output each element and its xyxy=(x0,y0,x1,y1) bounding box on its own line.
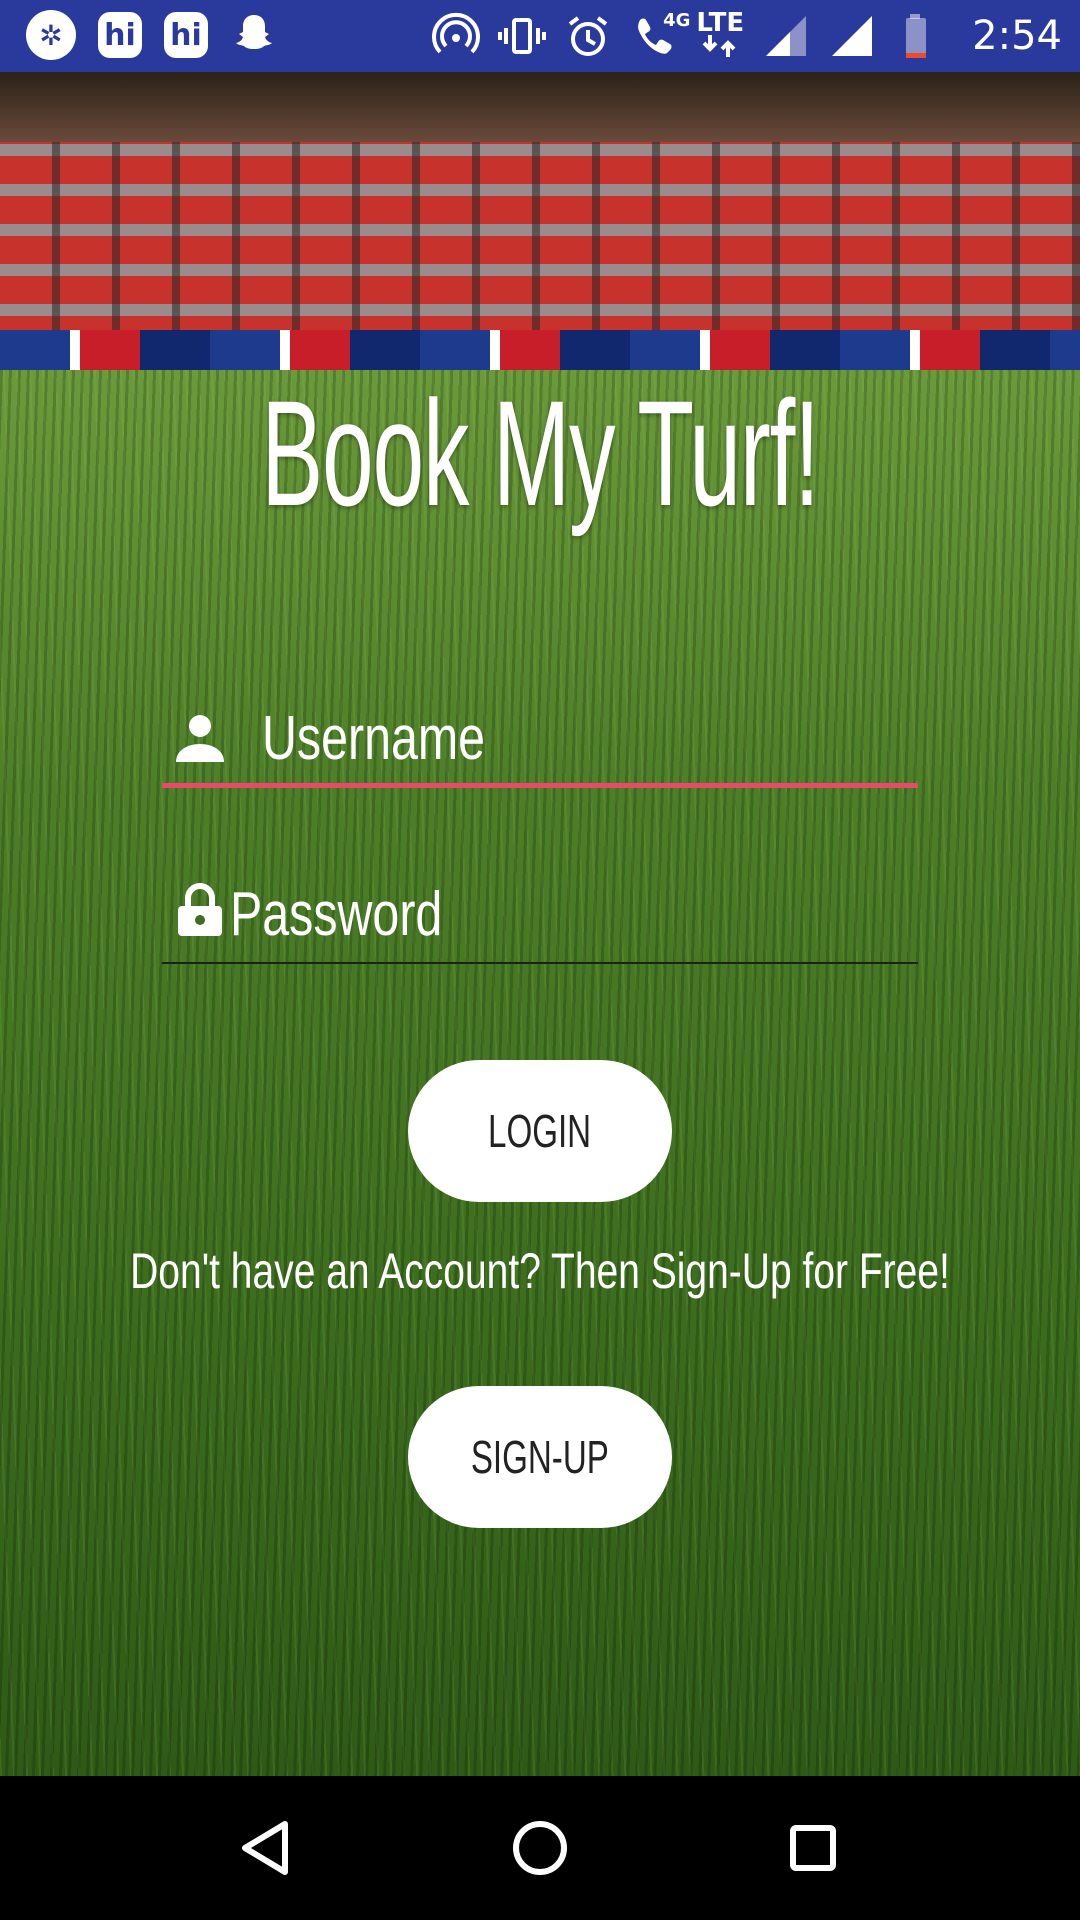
hotspot-icon xyxy=(432,12,481,54)
status-bar: ✲ hi hi 4G LTE 2:54 xyxy=(0,0,1080,72)
hike-app-icon: hi xyxy=(98,12,142,58)
username-field[interactable] xyxy=(162,692,918,788)
home-icon[interactable] xyxy=(504,1812,576,1884)
lte-indicator: LTE xyxy=(696,10,744,61)
signup-button[interactable]: SIGN-UP xyxy=(408,1386,672,1528)
battery-icon xyxy=(906,14,927,58)
clock: 2:54 xyxy=(972,13,1062,59)
notification-icons: ✲ hi hi xyxy=(26,9,278,61)
password-field[interactable] xyxy=(162,868,918,964)
login-button[interactable]: LOGIN xyxy=(408,1060,672,1202)
signup-button-label: SIGN-UP xyxy=(470,1431,610,1483)
volte-call-icon: 4G xyxy=(630,10,690,60)
network-type-label: 4G xyxy=(663,10,691,31)
hike-app-icon: hi xyxy=(164,12,208,58)
stadium-roof-image xyxy=(0,72,1080,142)
signal-strength-icon xyxy=(766,16,807,56)
person-icon xyxy=(176,715,224,762)
password-underline xyxy=(162,962,918,964)
login-button-label: LOGIN xyxy=(488,1105,592,1157)
snapchat-app-icon xyxy=(230,9,278,61)
lock-icon xyxy=(178,883,222,936)
alarm-icon xyxy=(569,16,608,56)
username-underline xyxy=(162,783,918,788)
username-input[interactable] xyxy=(262,692,769,784)
app-title: Book My Turf! xyxy=(261,369,820,537)
screen: ✲ hi hi 4G LTE 2:54 Book My Turf! Userna… xyxy=(0,0,1080,1920)
system-status-icons: 4G LTE 2:54 xyxy=(432,0,1062,72)
advertising-boards-image xyxy=(0,330,1080,370)
back-icon[interactable] xyxy=(231,1812,303,1884)
browser-app-icon: ✲ xyxy=(26,10,76,60)
navigation-bar xyxy=(0,1776,1080,1920)
recents-icon[interactable] xyxy=(777,1812,849,1884)
password-input[interactable] xyxy=(230,868,737,960)
vibrate-icon xyxy=(498,18,547,54)
signal-strength-icon xyxy=(832,16,873,56)
signup-prompt: Don't have an Account? Then Sign-Up for … xyxy=(130,1243,950,1299)
